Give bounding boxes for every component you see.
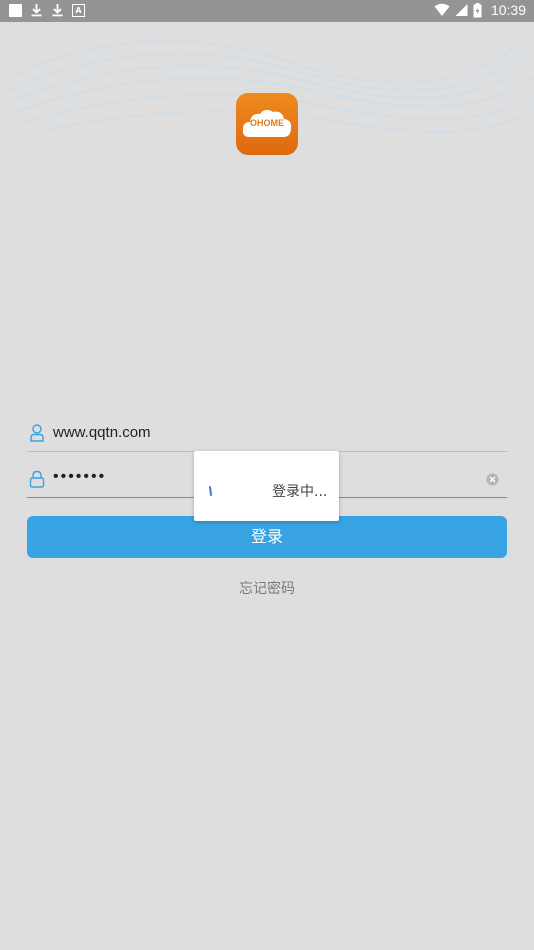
password-value: •••••••: [53, 468, 107, 485]
app-logo: OHOME: [236, 93, 298, 155]
status-bar-left: A: [9, 3, 85, 17]
battery-icon: [473, 2, 482, 17]
user-icon: [30, 424, 44, 442]
notification-square-icon: [9, 3, 22, 17]
status-bar: A 10:39: [0, 0, 534, 22]
a-box-icon: A: [72, 3, 85, 17]
download-icon: [52, 4, 63, 17]
forgot-password-link[interactable]: 忘记密码: [0, 578, 534, 598]
wifi-icon: [434, 3, 450, 16]
clear-icon[interactable]: [486, 473, 499, 486]
status-time: 10:39: [490, 2, 526, 18]
username-field[interactable]: www.qqtn.com: [27, 415, 507, 452]
status-bar-right: 10:39: [434, 2, 526, 18]
loading-message: 登录中...: [272, 484, 328, 500]
loading-spinner-icon: [209, 486, 212, 496]
username-value: www.qqtn.com: [53, 424, 151, 441]
login-button[interactable]: 登录: [27, 516, 507, 558]
signal-icon: [455, 4, 468, 16]
download-icon: [31, 4, 42, 17]
logo-text: OHOME: [249, 118, 284, 128]
lock-icon: [29, 470, 45, 488]
